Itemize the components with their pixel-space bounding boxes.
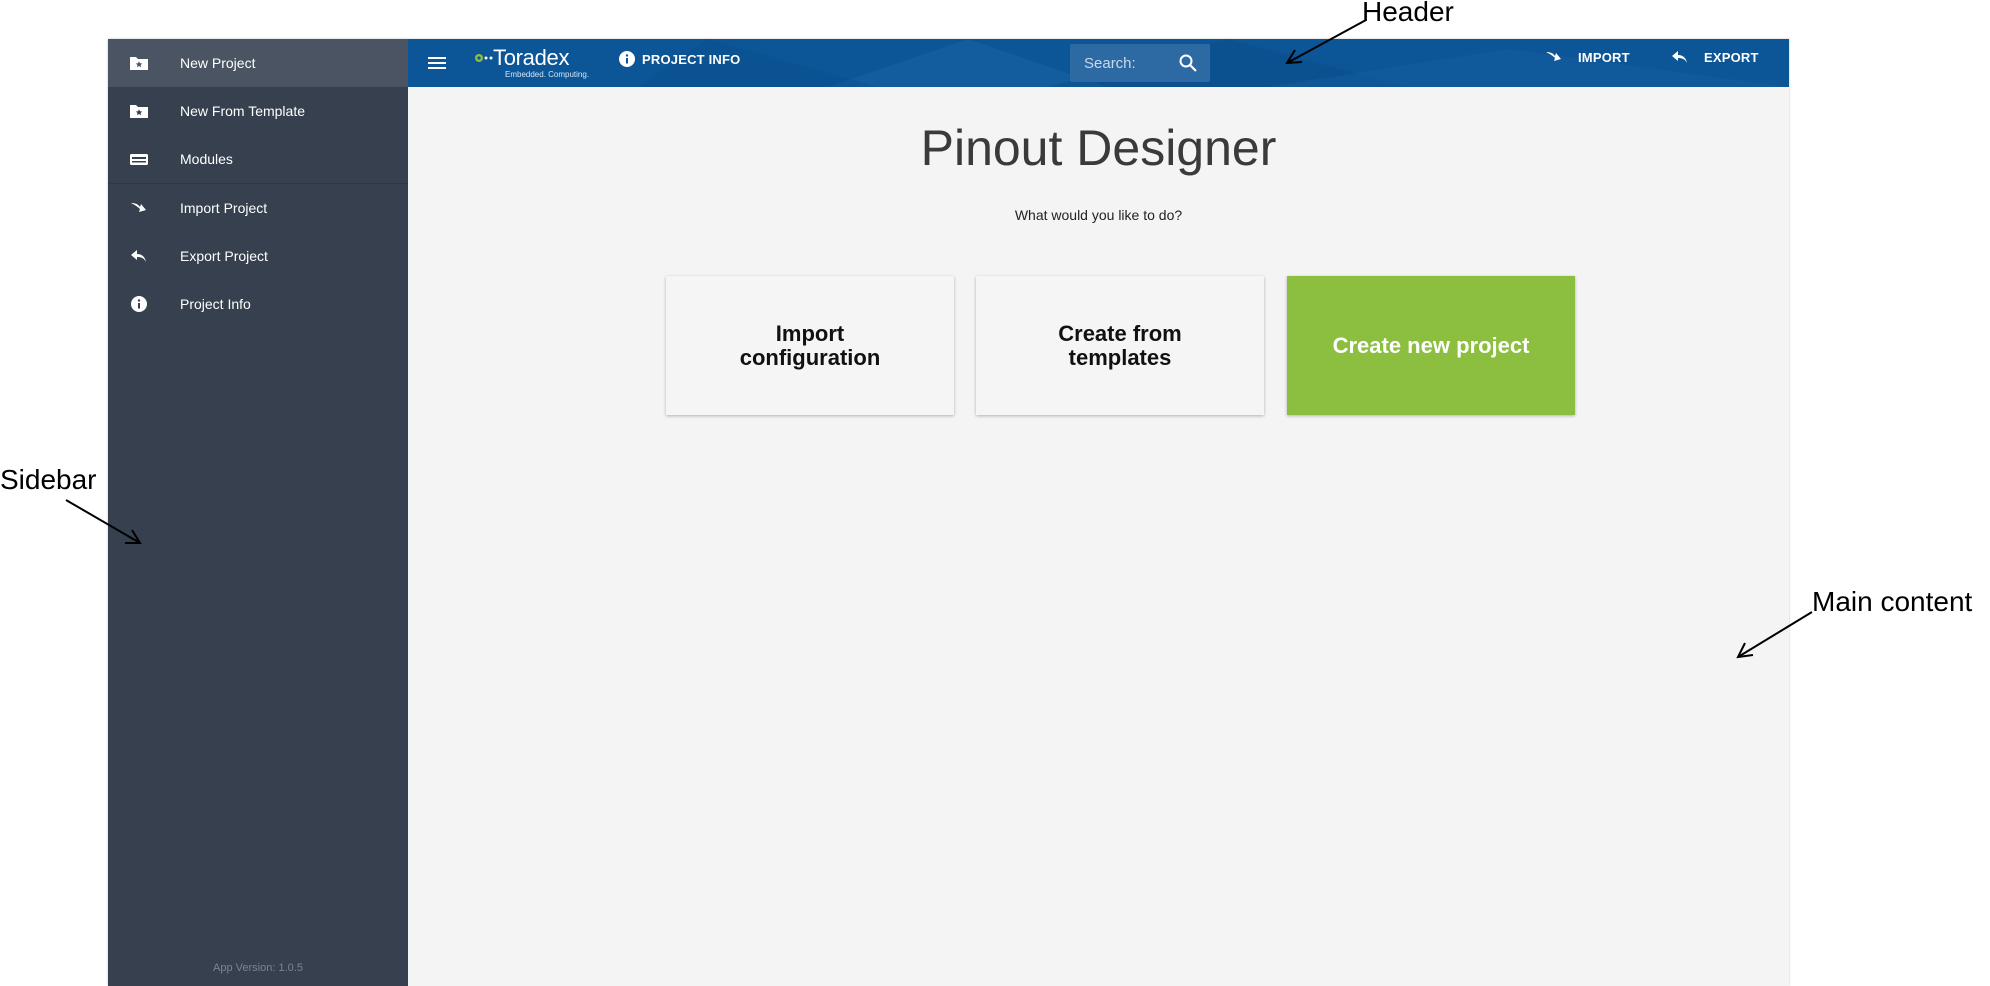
annotation-arrows (65, 19, 1813, 659)
